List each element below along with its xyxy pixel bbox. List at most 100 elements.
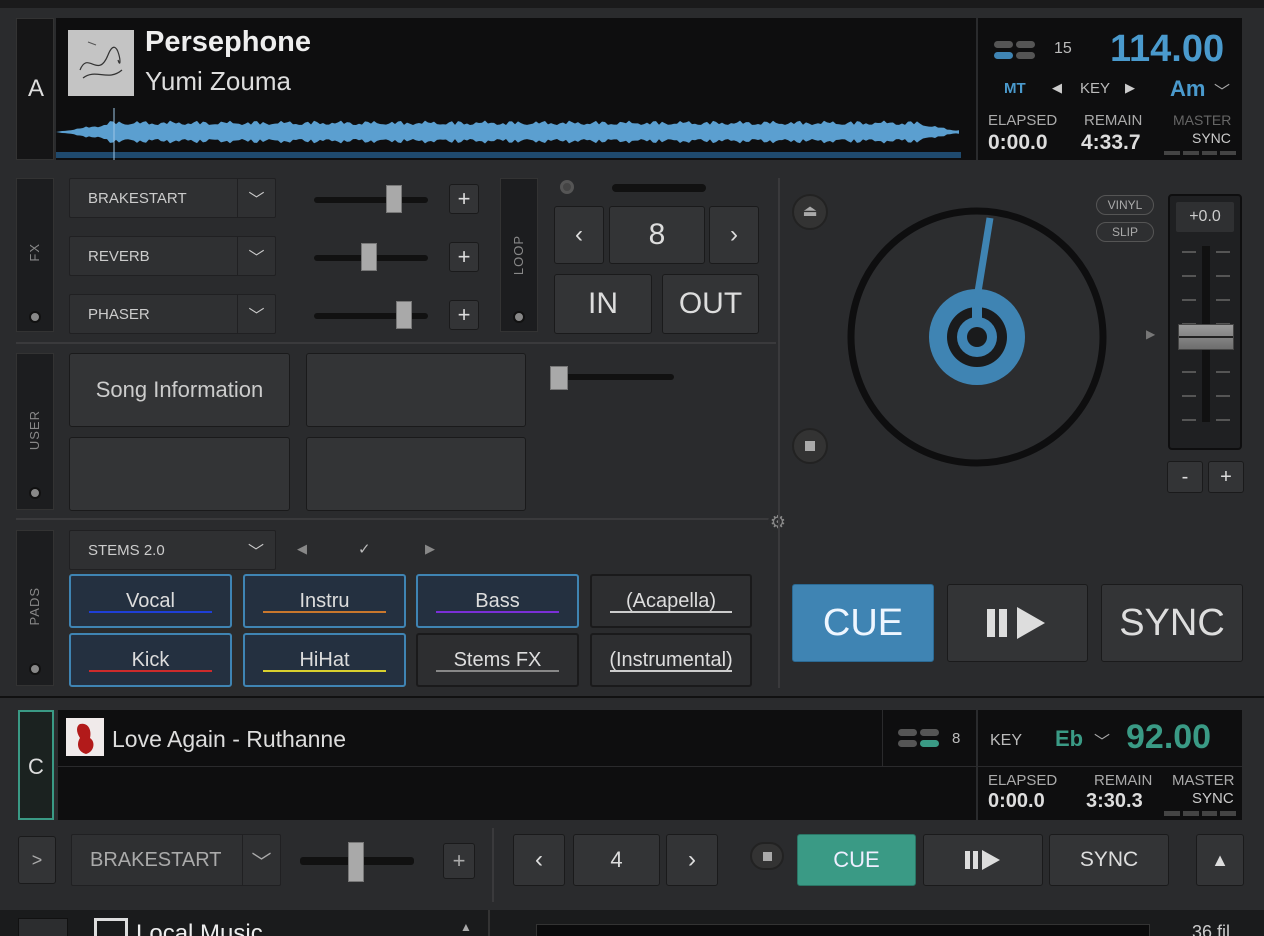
fx-name: REVERB (88, 247, 150, 265)
track-artist: Yumi Zouma (145, 66, 291, 96)
user-pad-4[interactable] (306, 437, 526, 511)
jog-wheel[interactable] (846, 206, 1108, 468)
pitch-minus-button[interactable]: - (1167, 461, 1203, 493)
fx-level-knob[interactable] (348, 842, 364, 882)
master-tempo-button[interactable]: MT (1004, 80, 1026, 97)
play-pause-button[interactable] (923, 834, 1043, 886)
pad-color-line (89, 611, 212, 613)
sync-button[interactable]: SYNC (1101, 584, 1243, 662)
pad-instrumental[interactable]: (Instrumental) (590, 633, 752, 687)
plus-icon: + (452, 848, 466, 873)
loop-tab[interactable]: LOOP (500, 178, 538, 332)
fx-level-track[interactable] (314, 197, 428, 203)
key-down-icon[interactable]: ◀ (1052, 80, 1062, 96)
user-pad-2[interactable] (306, 353, 526, 427)
pad-label: Bass (475, 589, 520, 612)
play-pause-button[interactable] (947, 584, 1088, 662)
pad-check-icon[interactable]: ✓ (358, 540, 371, 558)
pad-label: Instru (299, 589, 350, 612)
pitch-arrow-icon: ▶ (1146, 327, 1156, 341)
fx-select-3[interactable]: PHASER ﹀ (69, 294, 276, 334)
pad-label: Kick (131, 648, 170, 671)
expand-deck-button[interactable]: > (18, 836, 56, 884)
pad-acapella[interactable]: (Acapella) (590, 574, 752, 628)
remain-time[interactable]: 4:33.7 (1081, 131, 1141, 155)
loop-size[interactable]: 8 (609, 206, 705, 264)
pads-mode-select[interactable]: STEMS 2.0 ﹀ (69, 530, 276, 570)
user-pad-song-information[interactable]: Song Information (69, 353, 290, 427)
cue-button[interactable]: CUE (797, 834, 916, 886)
loop-out-button[interactable]: OUT (662, 274, 759, 334)
remain-time[interactable]: 3:30.3 (1086, 790, 1143, 813)
loop-half-button[interactable]: ‹ (554, 206, 604, 264)
key-value[interactable]: Eb (1055, 726, 1083, 752)
pitch-plus-button[interactable]: + (1208, 461, 1244, 493)
stop-icon[interactable] (792, 428, 828, 464)
fx-add-button[interactable]: + (449, 242, 479, 272)
user-tab[interactable]: USER (16, 353, 54, 510)
pitch-value[interactable]: +0.0 (1176, 202, 1234, 232)
pad-kick[interactable]: Kick (69, 633, 232, 687)
cue-button[interactable]: CUE (792, 584, 934, 662)
chevron-right-icon: › (688, 846, 696, 873)
pad-vocal[interactable]: Vocal (69, 574, 232, 628)
browser-folder-name[interactable]: Local Music (136, 920, 263, 936)
key-dropdown-icon[interactable]: ﹀ (1214, 78, 1230, 102)
bpm-key-panel: 15 114.00 MT ◀ KEY ▶ Am ﹀ (978, 18, 1242, 108)
pad-instru[interactable]: Instru (243, 574, 406, 628)
pad-page-prev-icon[interactable]: ◀ (297, 541, 307, 557)
user-pad-3[interactable] (69, 437, 290, 511)
pad-label: HiHat (299, 648, 350, 671)
pad-stems-fx[interactable]: Stems FX (416, 633, 579, 687)
pitch-fader-knob[interactable] (1178, 324, 1234, 350)
collapse-up-icon[interactable]: ▲ (1196, 834, 1244, 886)
user-slider-knob[interactable] (550, 366, 568, 390)
browser-up-button[interactable] (18, 918, 68, 936)
remain-label: REMAIN (1094, 772, 1153, 789)
fx-select-1[interactable]: BRAKESTART ﹀ (69, 178, 276, 218)
waveform-shape (56, 120, 959, 144)
loop-in-button[interactable]: IN (554, 274, 652, 334)
pads-tab[interactable]: PADS (16, 530, 54, 686)
key-up-icon[interactable]: ▶ (1125, 80, 1135, 96)
waveform[interactable] (56, 108, 976, 160)
fx-select-2[interactable]: REVERB ﹀ (69, 236, 276, 276)
pad-color-line (610, 670, 732, 672)
loop-half-button[interactable]: ‹ (513, 834, 565, 886)
bpm-value[interactable]: 92.00 (1126, 718, 1211, 757)
pad-bass[interactable]: Bass (416, 574, 579, 628)
pad-label: Vocal (126, 589, 175, 612)
loop-size[interactable]: 4 (573, 834, 660, 886)
chevron-down-icon: ﹀ (237, 237, 275, 275)
deck-c-letter-box[interactable]: C (18, 710, 54, 820)
key-value[interactable]: Am (1170, 76, 1205, 102)
fx-add-button[interactable]: + (449, 300, 479, 330)
chevron-down-icon: ﹀ (242, 835, 280, 885)
fx-add-button[interactable]: + (449, 184, 479, 214)
vinyl-button[interactable]: VINYL (1096, 195, 1154, 215)
stop-icon[interactable] (750, 842, 784, 870)
bpm-value[interactable]: 114.00 (1110, 28, 1224, 71)
user-slider-track[interactable] (552, 374, 674, 380)
elapsed-time[interactable]: 0:00.0 (988, 790, 1045, 813)
fx-select[interactable]: BRAKESTART ﹀ (71, 834, 281, 886)
virtualdj-window: A Persephone Yumi Zouma 15 114.00 MT ◀ K… (0, 0, 1264, 936)
fx-tab[interactable]: FX (16, 178, 54, 332)
search-input[interactable] (536, 924, 1150, 936)
pad-hihat[interactable]: HiHat (243, 633, 406, 687)
pad-page-next-icon[interactable]: ▶ (425, 541, 435, 557)
key-dropdown-icon[interactable]: ﹀ (1094, 728, 1110, 752)
loop-double-button[interactable]: › (709, 206, 759, 264)
chevron-left-icon: ‹ (575, 221, 583, 248)
deck-a-letter-box[interactable]: A (16, 18, 54, 160)
loop-double-button[interactable]: › (666, 834, 718, 886)
slip-button[interactable]: SLIP (1096, 222, 1154, 242)
fx-level-knob[interactable] (396, 301, 412, 329)
eject-icon[interactable]: ⏏ (792, 194, 828, 230)
fx-add-button[interactable]: + (443, 843, 475, 879)
fx-level-knob[interactable] (386, 185, 402, 213)
fx-level-knob[interactable] (361, 243, 377, 271)
sync-button[interactable]: SYNC (1049, 834, 1169, 886)
scroll-up-icon[interactable]: ▲ (460, 920, 472, 934)
elapsed-time[interactable]: 0:00.0 (988, 131, 1048, 155)
